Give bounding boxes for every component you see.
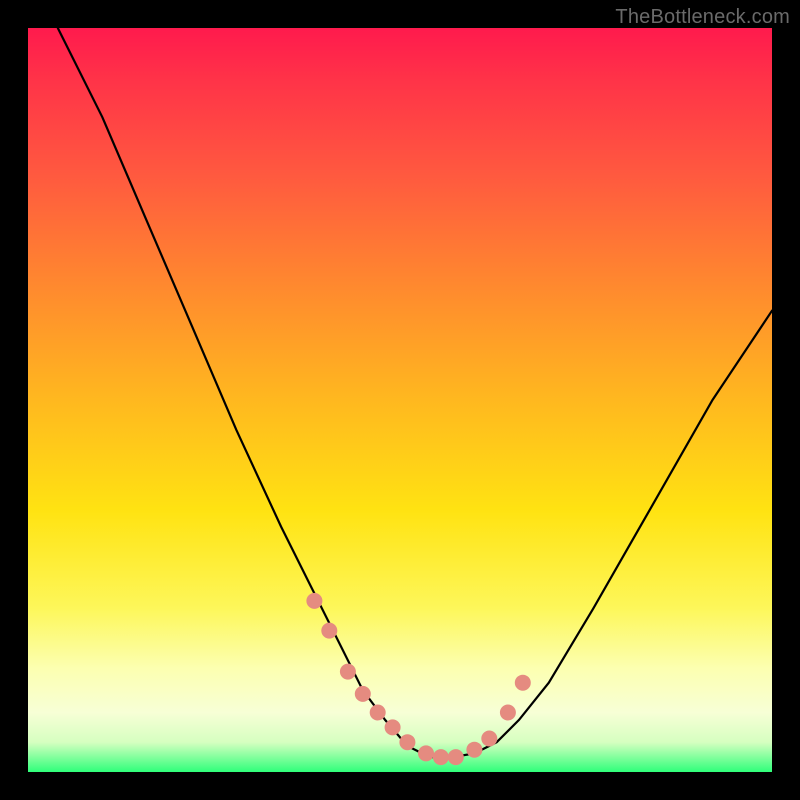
outer-frame: TheBottleneck.com [0,0,800,800]
marker-dot [399,734,415,750]
marker-dot [355,686,371,702]
marker-dot [433,749,449,765]
marker-dot [418,745,434,761]
watermark-text: TheBottleneck.com [615,6,790,29]
curve-markers [306,593,530,765]
chart-svg [28,28,772,772]
marker-dot [515,675,531,691]
marker-dot [370,705,386,721]
marker-dot [481,731,497,747]
marker-dot [385,719,401,735]
chart-plot-area [28,28,772,772]
marker-dot [321,623,337,639]
marker-dot [466,742,482,758]
marker-dot [340,664,356,680]
marker-dot [448,749,464,765]
bottleneck-curve [58,28,772,757]
marker-dot [306,593,322,609]
marker-dot [500,705,516,721]
